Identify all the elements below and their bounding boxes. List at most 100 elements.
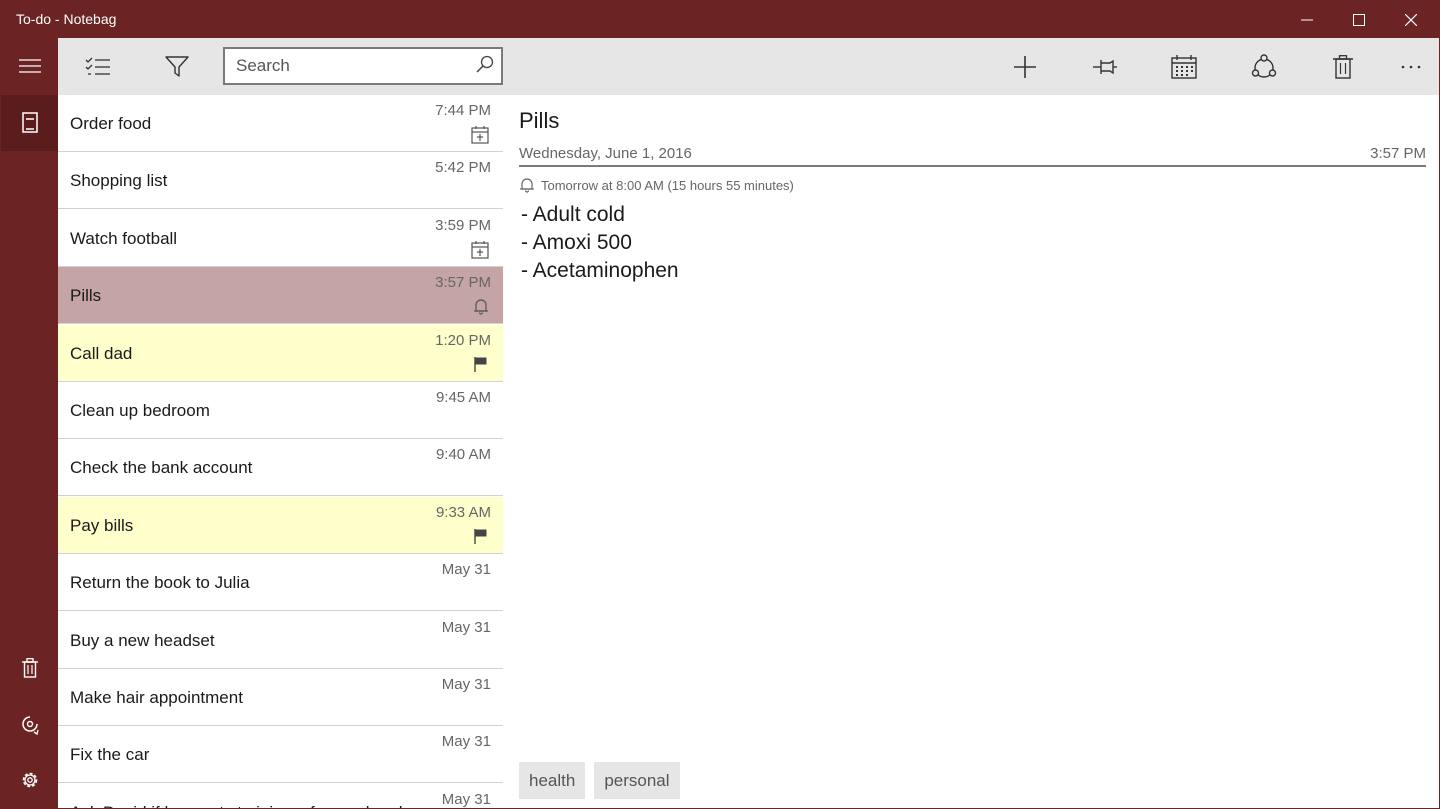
note-body[interactable]: - Adult cold - Amoxi 500 - Acetaminophen	[521, 201, 679, 285]
more-icon	[1401, 65, 1421, 68]
note-item-time: 9:33 AM	[435, 503, 491, 521]
share-button[interactable]	[1236, 38, 1292, 95]
trash-icon	[21, 658, 38, 678]
filter-button[interactable]	[149, 38, 205, 95]
note-item-time: May 31	[441, 561, 491, 579]
note-item-title: Check the bank account	[70, 458, 253, 478]
notebook-icon	[21, 112, 38, 133]
note-item-time: 1:20 PM	[435, 331, 491, 349]
delete-button[interactable]	[1315, 38, 1371, 95]
sync-icon	[21, 716, 39, 735]
close-button[interactable]	[1385, 1, 1437, 38]
note-detail: Pills Wednesday, June 1, 2016 3:57 PM To…	[519, 95, 1426, 808]
note-list-item[interactable]: Return the book to Julia May 31	[58, 554, 503, 612]
note-list-item[interactable]: Fix the car May 31	[58, 726, 503, 784]
note-item-title: Pills	[70, 286, 102, 306]
note-body-line: - Amoxi 500	[521, 231, 632, 254]
note-list-item[interactable]: Order food 7:44 PM	[58, 95, 503, 152]
tag-chip[interactable]: health	[519, 762, 586, 799]
note-time: 3:57 PM	[1370, 145, 1426, 162]
hamburger-icon	[18, 59, 41, 73]
maximize-icon	[1353, 13, 1365, 26]
note-item-time: 9:45 AM	[435, 389, 491, 406]
checklist-icon	[85, 57, 110, 75]
share-icon	[1251, 53, 1277, 78]
pin-icon	[1093, 59, 1117, 74]
note-item-title: Buy a new headset	[70, 630, 215, 650]
note-item-time: May 31	[441, 618, 491, 636]
trash-icon	[1333, 54, 1353, 79]
note-item-title: Pay bills	[70, 515, 134, 535]
app-window: To-do - Notebag Search Order food 7:44 P…	[0, 0, 1440, 809]
note-list-item[interactable]: Pay bills 9:33 AM	[58, 496, 503, 554]
window-title: To-do - Notebag	[16, 11, 117, 27]
note-item-title: Order food	[70, 114, 152, 133]
reminder-info[interactable]: Tomorrow at 8:00 AM (15 hours 55 minutes…	[519, 177, 794, 193]
more-options-button[interactable]	[1383, 38, 1439, 95]
note-list-item[interactable]: Buy a new headset May 31	[58, 611, 503, 669]
note-item-time: 7:44 PM	[435, 102, 491, 119]
calendar-icon	[471, 240, 489, 264]
note-item-time: May 31	[441, 790, 491, 808]
search-icon	[476, 55, 494, 73]
add-note-button[interactable]	[997, 38, 1053, 95]
note-list-item[interactable]: Ask David if he wants to join us for wee…	[58, 783, 503, 808]
note-list: Order food 7:44 PM Shopping list 5:42 PM Wat…	[58, 95, 503, 808]
nav-settings-button[interactable]	[1, 752, 58, 808]
hamburger-menu-button[interactable]	[1, 38, 58, 94]
note-list-item[interactable]: Check the bank account 9:40 AM	[58, 439, 503, 497]
flag-icon	[473, 528, 489, 549]
note-item-time: May 31	[441, 676, 491, 693]
filter-icon	[165, 55, 189, 77]
bell-icon	[473, 298, 489, 321]
note-item-time: May 31	[441, 733, 491, 751]
title-divider	[519, 165, 1426, 167]
minimize-button[interactable]	[1281, 1, 1333, 38]
tag-chip[interactable]: personal	[594, 762, 680, 799]
note-item-title: Make hair appointment	[70, 688, 243, 707]
note-item-title: Call dad	[70, 343, 133, 363]
calendar-icon	[1171, 54, 1197, 79]
pin-button[interactable]	[1077, 38, 1133, 95]
select-mode-button[interactable]	[70, 38, 126, 95]
note-item-title: Ask David if he wants to join us for wee…	[70, 803, 403, 808]
note-list-item[interactable]: Make hair appointment May 31	[58, 669, 503, 726]
note-item-time: 3:57 PM	[435, 274, 491, 292]
note-item-title: Watch football	[70, 228, 178, 248]
note-item-title: Return the book to Julia	[70, 573, 250, 593]
tag-list: health personal	[519, 762, 680, 799]
schedule-button[interactable]	[1156, 38, 1212, 95]
note-item-time: 5:42 PM	[435, 159, 491, 177]
nav-pane	[1, 38, 58, 808]
maximize-button[interactable]	[1333, 1, 1385, 38]
note-list-item[interactable]: Shopping list 5:42 PM	[58, 152, 503, 210]
note-list-item[interactable]: Call dad 1:20 PM	[58, 324, 503, 382]
nav-sync-button[interactable]	[1, 696, 58, 752]
note-list-item[interactable]: Clean up bedroom 9:45 AM	[58, 382, 503, 439]
note-item-title: Fix the car	[70, 745, 150, 765]
search-input[interactable]	[225, 49, 465, 83]
nav-notes-button[interactable]	[1, 95, 58, 151]
toolbar	[58, 38, 1439, 95]
note-list-item[interactable]: Pills 3:57 PM	[58, 267, 503, 325]
title-bar: To-do - Notebag	[1, 1, 1439, 38]
search-button[interactable]	[475, 55, 495, 80]
gear-icon	[22, 772, 37, 788]
calendar-icon	[471, 126, 489, 149]
minimize-icon	[1301, 19, 1313, 20]
nav-trash-button[interactable]	[1, 640, 58, 696]
note-list-item[interactable]: Watch football 3:59 PM	[58, 209, 503, 267]
note-item-time: 9:40 AM	[435, 446, 491, 464]
search-box[interactable]	[223, 47, 503, 85]
note-body-line: - Acetaminophen	[521, 259, 679, 282]
note-item-title: Shopping list	[70, 171, 168, 191]
note-body-line: - Adult cold	[521, 203, 625, 226]
close-icon	[1405, 13, 1417, 26]
bell-icon	[520, 178, 534, 193]
note-title[interactable]: Pills	[519, 108, 559, 134]
note-item-title: Clean up bedroom	[70, 401, 210, 420]
reminder-text: Tomorrow at 8:00 AM (15 hours 55 minutes…	[541, 177, 794, 193]
note-item-time: 3:59 PM	[435, 216, 491, 234]
note-date: Wednesday, June 1, 2016	[519, 145, 692, 162]
flag-icon	[473, 356, 489, 377]
